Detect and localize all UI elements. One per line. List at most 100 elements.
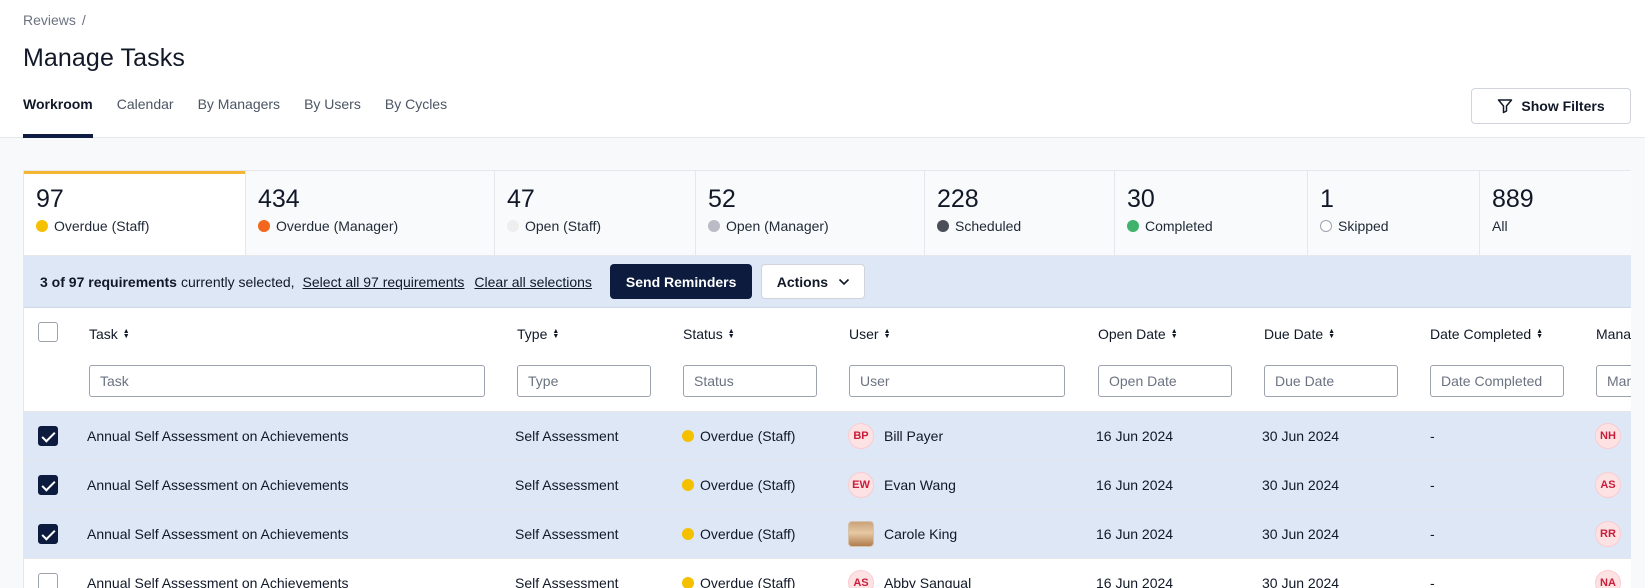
stat-count: 47 <box>507 185 535 213</box>
column-header-due-date[interactable]: Due Date ▲ ▼ <box>1264 326 1335 342</box>
stat-label: Scheduled <box>955 218 1022 234</box>
sort-icon: ▲ ▼ <box>1536 328 1544 340</box>
type-filter-input[interactable] <box>517 365 651 397</box>
table-row[interactable]: Annual Self Assessment on Achievements S… <box>24 461 1631 510</box>
status-dot-icon <box>258 220 270 232</box>
status-dot-icon <box>1320 220 1332 232</box>
table-row[interactable]: Annual Self Assessment on Achievements S… <box>24 412 1631 461</box>
show-filters-button[interactable]: Show Filters <box>1471 88 1631 124</box>
task-filter-input[interactable] <box>89 365 485 397</box>
stat-open-manager[interactable]: 52 Open (Manager) <box>696 171 925 255</box>
manager-filter-input[interactable] <box>1596 365 1631 397</box>
breadcrumb-reviews[interactable]: Reviews <box>23 12 76 28</box>
open-date-filter-input[interactable] <box>1098 365 1232 397</box>
open-date-cell: 16 Jun 2024 <box>1096 428 1174 444</box>
type-cell: Self Assessment <box>515 575 619 588</box>
stat-all[interactable]: 889 All <box>1480 171 1631 255</box>
column-header-type[interactable]: Type ▲ ▼ <box>517 326 559 342</box>
date-completed-cell: - <box>1430 477 1435 493</box>
status-cell: Overdue (Staff) <box>682 526 795 542</box>
tab-workroom[interactable]: Workroom <box>23 96 93 138</box>
stat-count: 889 <box>1492 185 1534 213</box>
row-checkbox[interactable] <box>38 475 58 495</box>
column-label: Type <box>517 326 548 342</box>
column-header-date-completed[interactable]: Date Completed ▲ ▼ <box>1430 326 1543 342</box>
tab-by-managers[interactable]: By Managers <box>198 96 280 138</box>
column-header-task[interactable]: Task ▲ ▼ <box>89 326 130 342</box>
status-dot-icon <box>36 220 48 232</box>
type-cell: Self Assessment <box>515 477 619 493</box>
stat-label: Open (Manager) <box>726 218 829 234</box>
manager-avatar: RR <box>1595 521 1621 547</box>
stat-count: 30 <box>1127 185 1155 213</box>
breadcrumb-separator: / <box>81 12 86 28</box>
tab-bar: Workroom Calendar By Managers By Users B… <box>23 96 471 138</box>
status-filter-input[interactable] <box>683 365 817 397</box>
user-cell[interactable]: Evan Wang <box>884 477 956 493</box>
column-header-user[interactable]: User ▲ ▼ <box>849 326 891 342</box>
due-date-filter-input[interactable] <box>1264 365 1398 397</box>
stat-count: 1 <box>1320 185 1334 213</box>
user-cell[interactable]: Abby Sangual <box>884 575 971 588</box>
status-dot-icon <box>937 220 949 232</box>
send-reminders-button[interactable]: Send Reminders <box>609 264 753 299</box>
actions-button[interactable]: Actions <box>761 264 866 299</box>
table-row[interactable]: Annual Self Assessment on Achievements S… <box>24 559 1631 588</box>
column-label: Status <box>683 326 723 342</box>
clear-all-link[interactable]: Clear all selections <box>474 274 592 290</box>
avatar: AS <box>848 570 874 588</box>
tab-calendar[interactable]: Calendar <box>117 96 174 138</box>
manager-avatar: NH <box>1595 423 1621 449</box>
column-label: Due Date <box>1264 326 1324 342</box>
task-cell[interactable]: Annual Self Assessment on Achievements <box>87 526 348 542</box>
select-all-checkbox[interactable] <box>38 322 58 342</box>
table-row[interactable]: Annual Self Assessment on Achievements S… <box>24 510 1631 559</box>
stat-open-staff[interactable]: 47 Open (Staff) <box>495 171 696 255</box>
row-checkbox[interactable] <box>38 426 58 446</box>
column-label: Mana <box>1596 326 1631 342</box>
stat-scheduled[interactable]: 228 Scheduled <box>925 171 1115 255</box>
stat-count: 52 <box>708 185 736 213</box>
select-all-link[interactable]: Select all 97 requirements <box>303 274 465 290</box>
user-cell[interactable]: Carole King <box>884 526 957 542</box>
stat-overdue-staff[interactable]: 97 Overdue (Staff) <box>24 171 246 255</box>
date-completed-filter-input[interactable] <box>1430 365 1564 397</box>
tab-by-cycles[interactable]: By Cycles <box>385 96 447 138</box>
open-date-cell: 16 Jun 2024 <box>1096 526 1174 542</box>
stat-completed[interactable]: 30 Completed <box>1115 171 1308 255</box>
status-cell: Overdue (Staff) <box>682 477 795 493</box>
column-label: User <box>849 326 879 342</box>
stat-label: Open (Staff) <box>525 218 602 234</box>
status-text: Overdue (Staff) <box>700 428 796 444</box>
status-dot-icon <box>682 577 694 588</box>
tab-by-users[interactable]: By Users <box>304 96 361 138</box>
stat-overdue-manager[interactable]: 434 Overdue (Manager) <box>246 171 495 255</box>
row-checkbox[interactable] <box>38 573 58 588</box>
status-dot-icon <box>682 479 694 491</box>
user-cell[interactable]: Bill Payer <box>884 428 943 444</box>
column-header-manager[interactable]: Mana <box>1596 326 1631 342</box>
manager-avatar: NA <box>1595 570 1621 588</box>
user-filter-input[interactable] <box>849 365 1065 397</box>
sort-icon: ▲ ▼ <box>122 328 130 340</box>
chevron-down-icon <box>839 278 850 285</box>
actions-label: Actions <box>776 273 829 290</box>
stat-count: 228 <box>937 185 979 213</box>
date-completed-cell: - <box>1430 575 1435 588</box>
status-summary: 97 Overdue (Staff) 434 Overdue (Manager)… <box>24 171 1631 256</box>
date-completed-cell: - <box>1430 526 1435 542</box>
sort-icon: ▲ ▼ <box>727 328 735 340</box>
stat-skipped[interactable]: 1 Skipped <box>1308 171 1480 255</box>
task-cell[interactable]: Annual Self Assessment on Achievements <box>87 428 348 444</box>
column-header-open-date[interactable]: Open Date ▲ ▼ <box>1098 326 1178 342</box>
task-cell[interactable]: Annual Self Assessment on Achievements <box>87 477 348 493</box>
column-label: Task <box>89 326 118 342</box>
stat-label: Completed <box>1145 218 1213 234</box>
status-dot-icon <box>708 220 720 232</box>
task-cell[interactable]: Annual Self Assessment on Achievements <box>87 575 348 588</box>
avatar: BP <box>848 423 874 449</box>
selection-count: 3 of 97 requirements <box>40 273 177 290</box>
column-header-status[interactable]: Status ▲ ▼ <box>683 326 735 342</box>
row-checkbox[interactable] <box>38 524 58 544</box>
status-dot-icon <box>507 220 519 232</box>
